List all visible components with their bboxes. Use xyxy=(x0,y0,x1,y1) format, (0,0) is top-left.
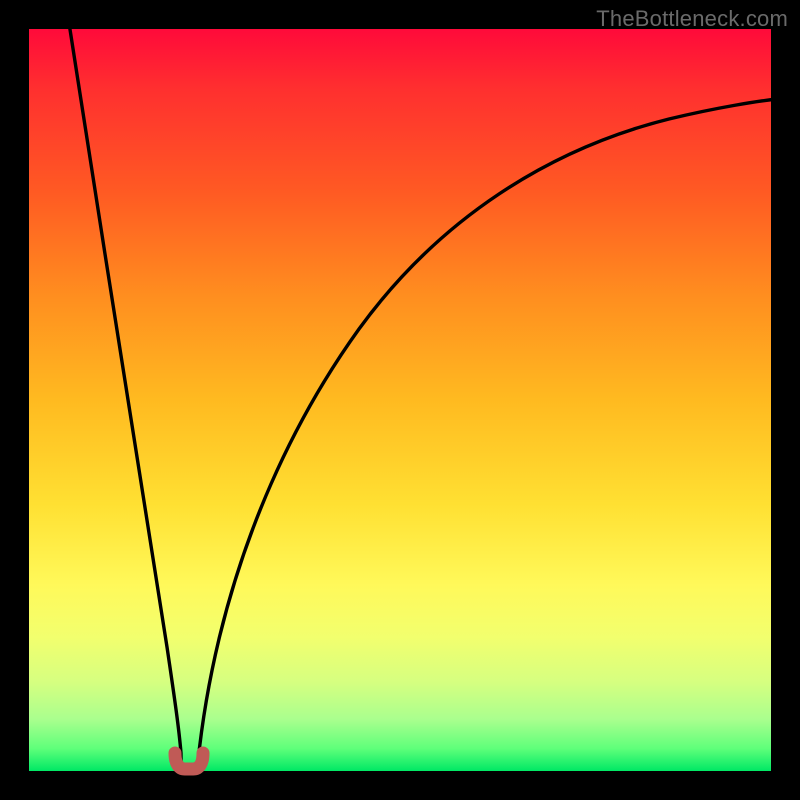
optimum-marker xyxy=(175,753,203,769)
bottleneck-curve xyxy=(29,29,771,771)
watermark-text: TheBottleneck.com xyxy=(596,6,788,32)
right-branch xyxy=(197,99,777,771)
left-branch xyxy=(69,23,181,771)
chart-frame: TheBottleneck.com xyxy=(0,0,800,800)
plot-area xyxy=(29,29,771,771)
